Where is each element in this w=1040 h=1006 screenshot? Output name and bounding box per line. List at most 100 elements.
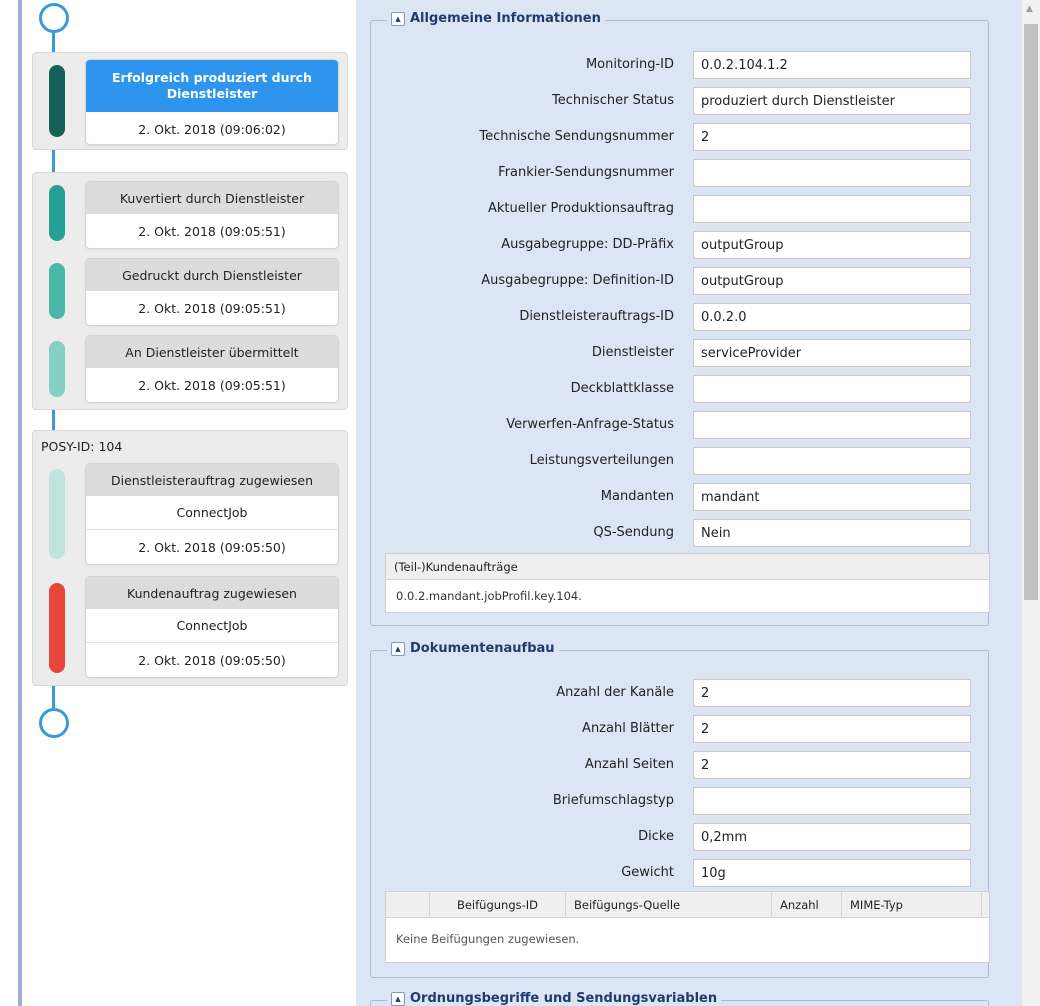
column-header[interactable]: Beifügungs-ID <box>430 892 566 918</box>
event-date: 2. Okt. 2018 (09:05:50) <box>138 539 286 555</box>
field-label: Leistungsverteilungen <box>529 453 674 468</box>
anzahl-kanaele-field[interactable]: 2 <box>693 679 971 707</box>
beifuegungen-table: Beifügungs-ID Beifügungs-Quelle Anzahl M… <box>385 891 990 963</box>
field-row: Mandanten mandant <box>371 483 990 511</box>
section-header[interactable]: ▲ Dokumentenaufbau <box>387 641 559 656</box>
section-title: Allgemeine Informationen <box>410 11 601 26</box>
dd-praefix-field[interactable]: outputGroup <box>693 231 971 259</box>
field-label: Anzahl Blätter <box>582 721 674 736</box>
page-root: Erfolgreich produziert durch Dienstleist… <box>0 0 1040 1006</box>
deckblattklasse-field[interactable] <box>693 375 971 403</box>
event-date: 2. Okt. 2018 (09:06:02) <box>138 121 286 137</box>
collapse-icon[interactable]: ▲ <box>391 11 405 26</box>
status-indicator <box>49 583 65 673</box>
dicke-field[interactable]: 0,2mm <box>693 823 971 851</box>
technischer-status-field[interactable]: produziert durch Dienstleister <box>693 87 971 115</box>
briefumschlagstyp-field[interactable] <box>693 787 971 815</box>
qs-sendung-field[interactable]: Nein <box>693 519 971 547</box>
timeline-connector <box>52 410 55 430</box>
section-title: Ordnungsbegriffe und Sendungsvariablen <box>410 991 718 1006</box>
anzahl-seiten-field[interactable]: 2 <box>693 751 971 779</box>
field-row: Ausgabegruppe: DD-Präfix outputGroup <box>371 231 990 259</box>
event-date: 2. Okt. 2018 (09:05:51) <box>138 300 286 316</box>
posy-id-label: POSY-ID: 104 <box>41 439 123 454</box>
field-label: Dienstleister <box>591 345 674 360</box>
timeline-end-node <box>39 708 69 738</box>
field-row: Technische Sendungsnummer 2 <box>371 123 990 151</box>
kundenauftraege-table: (Teil-)Kundenaufträge 0.0.2.mandant.jobP… <box>385 553 990 613</box>
field-row: Deckblattklasse <box>371 375 990 403</box>
mandanten-field[interactable]: mandant <box>693 483 971 511</box>
event-subtitle: ConnectJob <box>86 609 338 643</box>
field-row: Dicke 0,2mm <box>371 823 990 851</box>
field-label: Gewicht <box>621 865 674 880</box>
table-header: Beifügungs-ID Beifügungs-Quelle Anzahl M… <box>386 892 989 918</box>
timeline-event-card[interactable]: Erfolgreich produziert durch Dienstleist… <box>85 59 339 145</box>
field-row: Monitoring-ID 0.0.2.104.1.2 <box>371 51 990 79</box>
timeline-event-card[interactable]: An Dienstleister übermittelt 2. Okt. 201… <box>85 335 339 403</box>
field-row: Verwerfen-Anfrage-Status <box>371 411 990 439</box>
field-row: Anzahl Blätter 2 <box>371 715 990 743</box>
timeline-event-card[interactable]: Kuvertiert durch Dienstleister 2. Okt. 2… <box>85 181 339 249</box>
event-title: Kundenauftrag zugewiesen <box>86 577 338 609</box>
column-header[interactable]: MIME-Typ <box>842 892 982 918</box>
column-header[interactable]: Anzahl <box>772 892 842 918</box>
section-dokumentenaufbau: ▲ Dokumentenaufbau Anzahl der Kanäle 2 A… <box>370 641 990 978</box>
timeline-start-node <box>39 3 69 33</box>
field-label: Briefumschlagstyp <box>552 793 674 808</box>
field-label: Dicke <box>638 829 674 844</box>
timeline-group: POSY-ID: 104 Dienstleisterauftrag zugewi… <box>32 430 348 686</box>
field-label: Ausgabegruppe: Definition-ID <box>481 273 674 288</box>
timeline-event-card[interactable]: Dienstleisterauftrag zugewiesen ConnectJ… <box>85 463 339 565</box>
event-date: 2. Okt. 2018 (09:05:51) <box>138 377 286 393</box>
gewicht-field[interactable]: 10g <box>693 859 971 887</box>
field-row: Ausgabegruppe: Definition-ID outputGroup <box>371 267 990 295</box>
technische-sendungsnummer-field[interactable]: 2 <box>693 123 971 151</box>
section-header[interactable]: ▲ Ordnungsbegriffe und Sendungsvariablen <box>387 991 722 1006</box>
status-indicator <box>49 469 65 559</box>
monitoring-id-field[interactable]: 0.0.2.104.1.2 <box>693 51 971 79</box>
collapse-icon[interactable]: ▲ <box>391 641 405 656</box>
collapse-icon[interactable]: ▲ <box>391 991 405 1006</box>
field-row: Dienstleister serviceProvider <box>371 339 990 367</box>
event-title: Dienstleisterauftrag zugewiesen <box>86 464 338 496</box>
field-label: Frankier-Sendungsnummer <box>498 165 674 180</box>
section-title: Dokumentenaufbau <box>410 641 555 656</box>
field-row: Anzahl Seiten 2 <box>371 751 990 779</box>
field-label: Deckblattklasse <box>570 381 674 396</box>
leistungsverteilungen-field[interactable] <box>693 447 971 475</box>
column-header[interactable]: (Teil-)Kundenaufträge <box>386 554 989 580</box>
event-date: 2. Okt. 2018 (09:05:50) <box>138 652 286 668</box>
event-title: Erfolgreich produziert durch Dienstleist… <box>86 60 338 112</box>
field-row: Gewicht 10g <box>371 859 990 887</box>
event-date: 2. Okt. 2018 (09:05:51) <box>138 223 286 239</box>
field-row: Anzahl der Kanäle 2 <box>371 679 990 707</box>
column-header[interactable]: Beifügungs-Quelle <box>566 892 772 918</box>
frankier-sendungsnummer-field[interactable] <box>693 159 971 187</box>
verwerfen-status-field[interactable] <box>693 411 971 439</box>
timeline-connector <box>52 150 55 172</box>
dienstleister-field[interactable]: serviceProvider <box>693 339 971 367</box>
field-label: Mandanten <box>600 489 674 504</box>
definition-id-field[interactable]: outputGroup <box>693 267 971 295</box>
field-row: QS-Sendung Nein <box>371 519 990 547</box>
field-row: Leistungsverteilungen <box>371 447 990 475</box>
anzahl-blaetter-field[interactable]: 2 <box>693 715 971 743</box>
empty-state-text: Keine Beifügungen zugewiesen. <box>396 932 580 946</box>
produktionsauftrag-field[interactable] <box>693 195 971 223</box>
dienstleisterauftrags-id-field[interactable]: 0.0.2.0 <box>693 303 971 331</box>
scroll-up-icon[interactable]: ▲ <box>1026 4 1033 14</box>
timeline-event-card[interactable]: Gedruckt durch Dienstleister 2. Okt. 201… <box>85 258 339 326</box>
section-header[interactable]: ▲ Allgemeine Informationen <box>387 11 605 26</box>
event-title: An Dienstleister übermittelt <box>86 336 338 368</box>
scrollbar-thumb[interactable] <box>1024 24 1038 600</box>
timeline-group: Erfolgreich produziert durch Dienstleist… <box>32 52 348 150</box>
field-row: Technischer Status produziert durch Dien… <box>371 87 990 115</box>
timeline-group: Kuvertiert durch Dienstleister 2. Okt. 2… <box>32 172 348 410</box>
field-label: Technischer Status <box>551 93 674 108</box>
timeline-event-card[interactable]: Kundenauftrag zugewiesen ConnectJob 2. O… <box>85 576 339 678</box>
section-allgemeine-informationen: ▲ Allgemeine Informationen Monitoring-ID… <box>370 11 990 626</box>
event-subtitle: ConnectJob <box>86 496 338 530</box>
table-row[interactable]: 0.0.2.mandant.jobProfil.key.104. <box>386 580 989 612</box>
field-row: Frankier-Sendungsnummer <box>371 159 990 187</box>
